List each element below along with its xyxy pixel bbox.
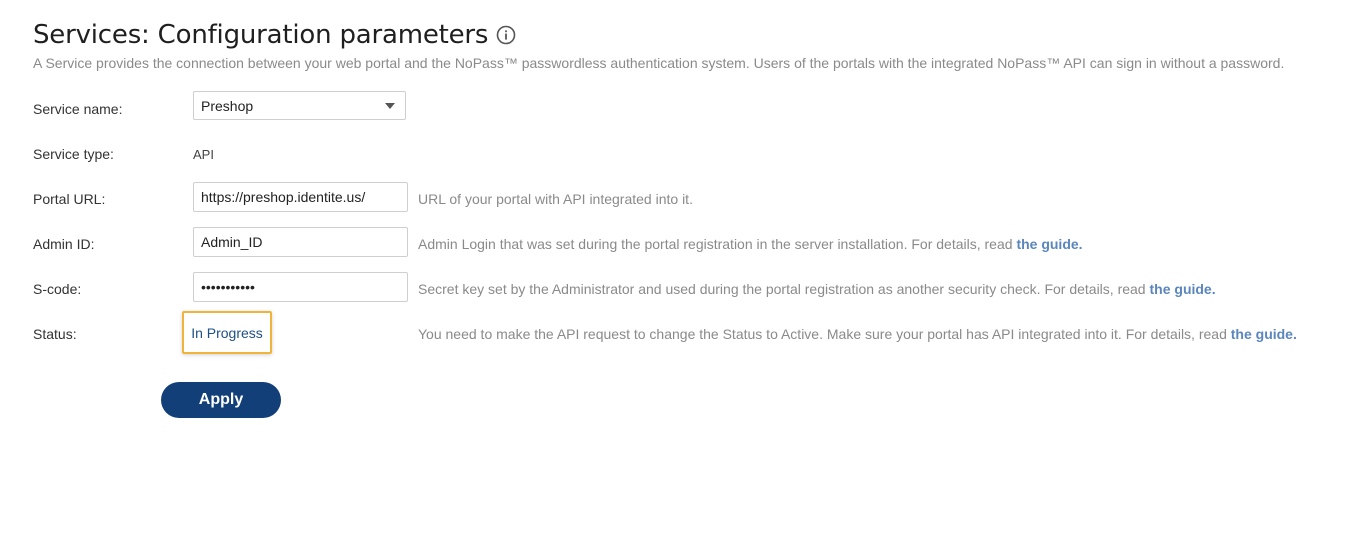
page-description: A Service provides the connection betwee… bbox=[33, 55, 1285, 71]
info-circle-icon[interactable] bbox=[496, 25, 516, 45]
s-code-label: S-code: bbox=[33, 281, 82, 297]
status-help: You need to make the API request to chan… bbox=[418, 326, 1297, 342]
s-code-guide-link[interactable]: the guide. bbox=[1150, 281, 1216, 297]
chevron-down-icon bbox=[385, 103, 395, 109]
apply-button[interactable]: Apply bbox=[161, 382, 281, 418]
admin-id-guide-link[interactable]: the guide. bbox=[1016, 236, 1082, 252]
service-name-label: Service name: bbox=[33, 101, 123, 117]
admin-id-input[interactable] bbox=[193, 227, 408, 257]
status-label: Status: bbox=[33, 326, 77, 342]
admin-id-help-text: Admin Login that was set during the port… bbox=[418, 236, 1017, 252]
admin-id-label: Admin ID: bbox=[33, 236, 95, 252]
page: Services: Configuration parameters A Ser… bbox=[0, 0, 1360, 543]
portal-url-input[interactable] bbox=[193, 182, 408, 212]
status-highlight: In Progress bbox=[182, 311, 272, 354]
service-name-selected-value: Preshop bbox=[201, 98, 254, 114]
status-help-text: You need to make the API request to chan… bbox=[418, 326, 1231, 342]
s-code-input[interactable] bbox=[193, 272, 408, 302]
admin-id-help: Admin Login that was set during the port… bbox=[418, 236, 1083, 252]
portal-url-help: URL of your portal with API integrated i… bbox=[418, 191, 693, 207]
page-title: Services: Configuration parameters bbox=[33, 18, 516, 52]
service-name-select[interactable]: Preshop bbox=[193, 91, 406, 120]
status-guide-link[interactable]: the guide. bbox=[1231, 326, 1297, 342]
s-code-help: Secret key set by the Administrator and … bbox=[418, 281, 1216, 297]
portal-url-label: Portal URL: bbox=[33, 191, 106, 207]
page-title-text: Services: Configuration parameters bbox=[33, 20, 489, 50]
service-type-label: Service type: bbox=[33, 146, 114, 162]
status-value: In Progress bbox=[191, 324, 263, 341]
s-code-help-text: Secret key set by the Administrator and … bbox=[418, 281, 1150, 297]
service-type-value: API bbox=[193, 147, 214, 162]
